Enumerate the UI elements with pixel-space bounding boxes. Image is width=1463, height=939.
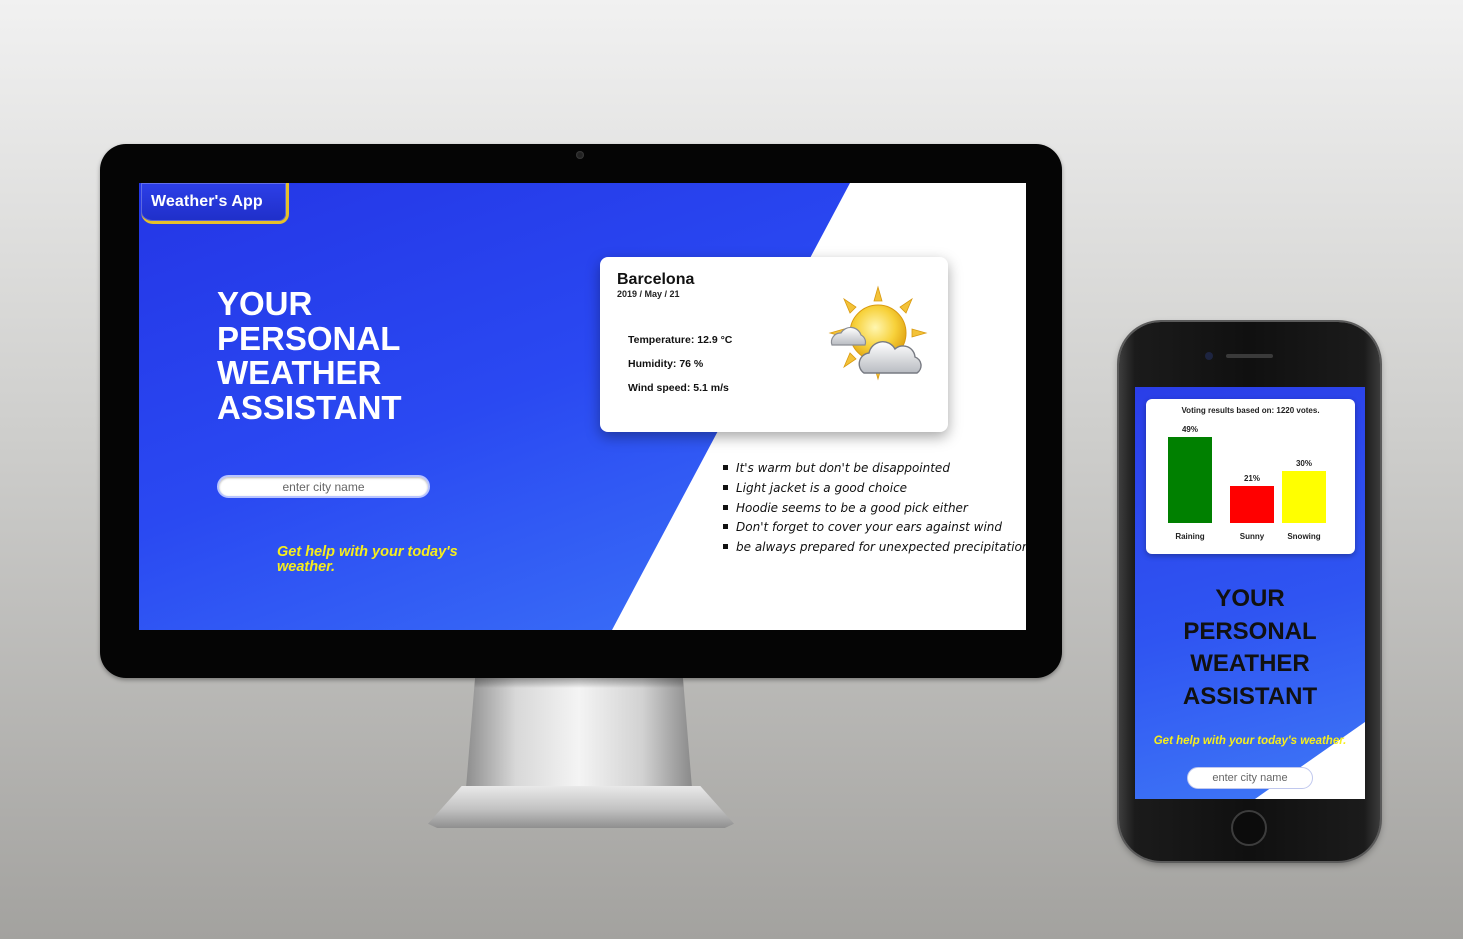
hero-title-line: ASSISTANT (1182, 682, 1318, 710)
voting-results-title: Voting results based on: 1220 votes. (1181, 406, 1320, 415)
city-search-input[interactable] (217, 475, 430, 498)
hero-title-line: YOUR (217, 285, 313, 322)
mobile-hero-title: YOUR PERSONAL WEATHER ASSISTANT (1135, 583, 1365, 713)
chart-category-label: Raining (1175, 532, 1205, 541)
hero-title-line: YOUR (1215, 585, 1285, 612)
wind-speed-value: Wind speed: 5.1 m/s (628, 382, 729, 394)
desktop-screen: Weather's App YOUR PERSONAL WEATHER ASSI… (139, 183, 1026, 630)
hero-title-line: PERSONAL (1183, 617, 1317, 645)
home-button[interactable] (1231, 810, 1267, 846)
chart-bar-snowing (1282, 470, 1326, 523)
hero-tagline: Get help with your today's weather. (277, 544, 458, 575)
list-item: It's warm but don't be disappointed (723, 461, 1026, 481)
clothing-tips-list: It's warm but don't be disappointed Ligh… (723, 461, 1026, 560)
hero-title-line: ASSISTANT (217, 388, 402, 426)
list-item: Hoodie seems to be a good pick either (723, 501, 1026, 521)
chart-data-label: 30% (1295, 458, 1312, 468)
chart-category-label: Sunny (1239, 532, 1265, 541)
voting-results-card: Voting results based on: 1220 votes. 49%… (1146, 399, 1355, 554)
chart-data-label: 49% (1181, 425, 1198, 435)
mobile-screen: Voting results based on: 1220 votes. 49%… (1135, 387, 1365, 799)
temperature-value: Temperature: 12.9 °C (628, 334, 733, 346)
list-item: be always prepared for unexpected precip… (723, 540, 1026, 560)
humidity-value: Humidity: 76 % (628, 358, 704, 370)
mobile-city-search-input[interactable] (1187, 767, 1313, 789)
mobile-tagline: Get help with your today's weather. (1153, 735, 1347, 747)
chart-bar-sunny (1230, 486, 1274, 523)
hero-title-line: WEATHER (217, 354, 382, 391)
partly-cloudy-icon (828, 285, 928, 381)
monitor-stand-base (428, 786, 734, 828)
list-item: Don't forget to cover your ears against … (723, 520, 1026, 540)
hero-title: YOUR PERSONAL WEATHER ASSISTANT (217, 285, 467, 426)
list-item: Light jacket is a good choice (723, 481, 1026, 501)
brand-logo[interactable]: Weather's App (141, 183, 289, 224)
city-name: Barcelona (617, 271, 695, 288)
forecast-date: 2019 / May / 21 (617, 289, 680, 299)
chart-category-label: Snowing (1287, 532, 1321, 541)
monitor-stand (466, 678, 692, 788)
speaker-grille (1226, 354, 1273, 358)
weather-card: Barcelona 2019 / May / 21 Temperature: 1… (600, 257, 948, 432)
hero-title-line: WEATHER (1190, 650, 1310, 677)
camera-icon (576, 151, 584, 159)
brand-title: Weather's App (151, 193, 263, 210)
hero-title-line: PERSONAL (217, 319, 401, 357)
front-camera-icon (1205, 352, 1213, 360)
chart-bar-raining (1168, 437, 1212, 523)
chart-data-label: 21% (1243, 474, 1260, 484)
